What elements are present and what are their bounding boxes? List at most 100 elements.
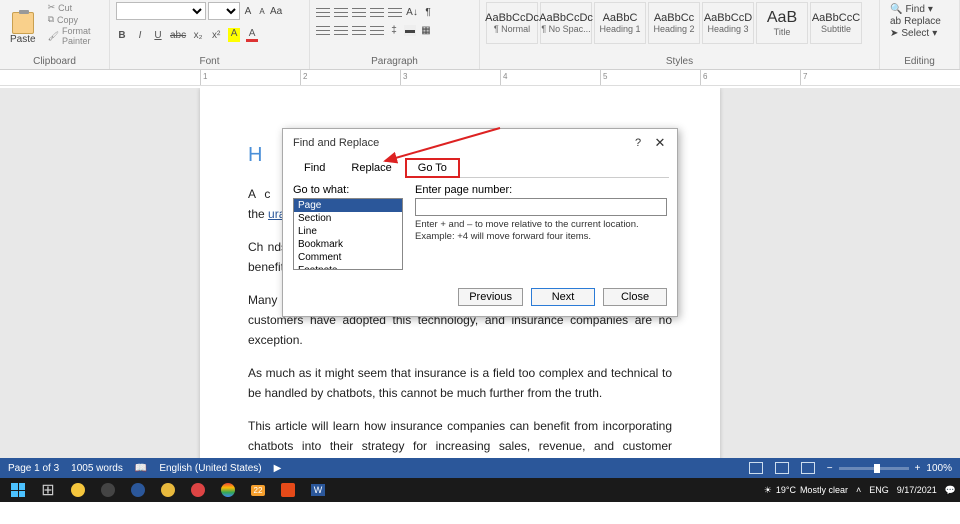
tray-lang[interactable]: ENG	[869, 485, 889, 495]
goto-what-list[interactable]: PageSectionLineBookmarkCommentFootnote	[293, 198, 403, 270]
font-color-button[interactable]: A	[246, 28, 258, 42]
decrease-indent-button[interactable]	[370, 6, 384, 18]
clipboard-group-label: Clipboard	[6, 54, 103, 67]
goto-list-item[interactable]: Page	[294, 199, 402, 212]
replace-button[interactable]: abReplace	[890, 16, 949, 27]
goto-list-item[interactable]: Footnote	[294, 264, 402, 270]
bullets-button[interactable]	[316, 6, 330, 18]
zoom-percent[interactable]: 100%	[926, 463, 952, 474]
tray-chevron-icon[interactable]: ˄	[856, 485, 861, 495]
taskbar-app[interactable]	[154, 480, 182, 500]
zoom-out-button[interactable]: −	[827, 463, 833, 474]
tray-date[interactable]: 9/17/2021	[897, 485, 937, 495]
dialog-tab-replace[interactable]: Replace	[338, 158, 404, 178]
taskbar-app[interactable]: W	[304, 480, 332, 500]
font-size-select[interactable]	[208, 2, 240, 20]
find-replace-dialog: Find and Replace ? ✕ Find Replace Go To …	[282, 128, 678, 317]
goto-list-item[interactable]: Comment	[294, 251, 402, 264]
superscript-button[interactable]: x²	[210, 30, 222, 41]
zoom-slider[interactable]	[839, 467, 909, 470]
search-icon: 🔍	[890, 4, 902, 15]
previous-button[interactable]: Previous	[458, 288, 523, 306]
style-gallery-item[interactable]: AaBbCcDHeading 3	[702, 2, 754, 44]
status-language[interactable]: English (United States)	[159, 463, 261, 474]
style-gallery-item[interactable]: AaBbCcHeading 2	[648, 2, 700, 44]
taskbar-app[interactable]	[124, 480, 152, 500]
windows-taskbar: ⊞ 22 W ☀ 19°C Mostly clear ˄ ENG 9/17/20…	[0, 478, 960, 502]
taskbar-app[interactable]	[214, 480, 242, 500]
read-mode-button[interactable]	[749, 462, 763, 474]
underline-button[interactable]: U	[152, 30, 164, 41]
task-view-button[interactable]: ⊞	[34, 480, 62, 500]
style-gallery-item[interactable]: AaBTitle	[756, 2, 808, 44]
style-gallery-item[interactable]: AaBbCcDc¶ No Spac...	[540, 2, 592, 44]
copy-icon: ⧉	[48, 14, 54, 25]
taskbar-app[interactable]	[184, 480, 212, 500]
zoom-in-button[interactable]: +	[915, 463, 921, 474]
dialog-tab-find[interactable]: Find	[291, 158, 338, 178]
scissors-icon: ✂	[48, 2, 56, 13]
close-button[interactable]: Close	[603, 288, 667, 306]
group-editing: 🔍Find ▾ abReplace ➤Select ▾ Editing	[880, 0, 960, 69]
dialog-tab-goto[interactable]: Go To	[405, 158, 460, 178]
italic-button[interactable]: I	[134, 30, 146, 41]
style-gallery-item[interactable]: AaBbCHeading 1	[594, 2, 646, 44]
strike-button[interactable]: abc	[170, 30, 186, 41]
sort-button[interactable]: A↓	[406, 7, 418, 18]
numbering-button[interactable]	[334, 6, 348, 18]
status-page[interactable]: Page 1 of 3	[8, 463, 59, 474]
goto-list-item[interactable]: Bookmark	[294, 238, 402, 251]
horizontal-ruler[interactable]: 12 34 56 7	[0, 70, 960, 86]
shrink-font-button[interactable]: A	[256, 7, 268, 16]
format-painter-button[interactable]: 🖌Format Painter	[48, 26, 103, 46]
style-gallery-item[interactable]: AaBbCcDc¶ Normal	[486, 2, 538, 44]
align-center-button[interactable]	[334, 24, 348, 36]
select-button[interactable]: ➤Select ▾	[890, 28, 949, 39]
style-gallery-item[interactable]: AaBbCcCSubtitle	[810, 2, 862, 44]
increase-indent-button[interactable]	[388, 6, 402, 18]
copy-button[interactable]: ⧉Copy	[48, 14, 103, 25]
start-button[interactable]	[4, 480, 32, 500]
dialog-close-button[interactable]: ✕	[653, 135, 667, 151]
font-family-select[interactable]	[116, 2, 206, 20]
print-layout-button[interactable]	[775, 462, 789, 474]
notifications-icon[interactable]: 💬	[945, 485, 956, 496]
dialog-help-button[interactable]: ?	[631, 137, 645, 149]
weather-widget[interactable]: ☀ 19°C Mostly clear	[764, 485, 848, 496]
paragraph-group-label: Paragraph	[316, 54, 473, 67]
weather-temp: 19°C	[776, 485, 796, 495]
multilevel-button[interactable]	[352, 6, 366, 18]
taskbar-app[interactable]: 22	[244, 480, 272, 500]
goto-list-item[interactable]: Section	[294, 212, 402, 225]
cut-button[interactable]: ✂Cut	[48, 2, 103, 13]
highlight-button[interactable]: A	[228, 28, 240, 42]
bold-button[interactable]: B	[116, 30, 128, 41]
spellcheck-icon[interactable]: 📖	[135, 463, 147, 474]
styles-group-label: Styles	[486, 54, 873, 67]
borders-button[interactable]: ▦	[420, 25, 432, 36]
show-marks-button[interactable]: ¶	[422, 7, 434, 18]
taskbar-app[interactable]	[274, 480, 302, 500]
goto-list-item[interactable]: Line	[294, 225, 402, 238]
status-wordcount[interactable]: 1005 words	[71, 463, 123, 474]
web-layout-button[interactable]	[801, 462, 815, 474]
shading-button[interactable]: ▬	[404, 25, 416, 36]
grow-font-button[interactable]: A	[242, 6, 254, 17]
change-case-button[interactable]: Aa	[270, 6, 282, 17]
zoom-control[interactable]: − + 100%	[827, 463, 952, 474]
next-button[interactable]: Next	[531, 288, 595, 306]
macro-icon[interactable]: ▶	[274, 463, 282, 474]
taskbar-app[interactable]	[64, 480, 92, 500]
taskbar-app[interactable]	[94, 480, 122, 500]
paste-button[interactable]: Paste	[6, 2, 40, 54]
justify-button[interactable]	[370, 24, 384, 36]
group-paragraph: A↓ ¶ ‡ ▬ ▦ Paragraph	[310, 0, 480, 69]
align-right-button[interactable]	[352, 24, 366, 36]
line-spacing-button[interactable]: ‡	[388, 25, 400, 36]
subscript-button[interactable]: x₂	[192, 30, 204, 41]
weather-icon: ☀	[764, 485, 772, 496]
replace-icon: ab	[890, 16, 901, 27]
enter-page-input[interactable]	[415, 198, 667, 216]
find-button[interactable]: 🔍Find ▾	[890, 4, 949, 15]
align-left-button[interactable]	[316, 24, 330, 36]
